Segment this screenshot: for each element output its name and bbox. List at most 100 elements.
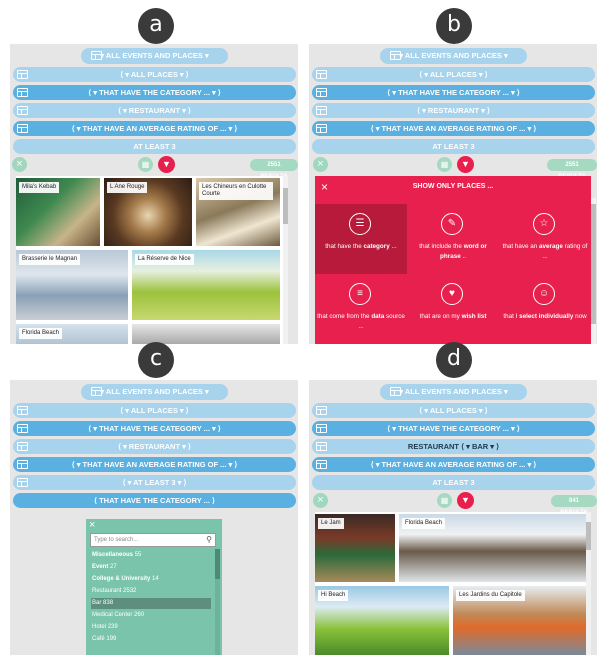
option-data-source[interactable]: ≡ that come from the data source ... — [315, 274, 407, 344]
place-card[interactable]: Les Chineurs en Culotte Courte — [196, 178, 280, 246]
place-card[interactable]: Florida Beach — [16, 324, 128, 344]
bar-category[interactable]: ⟨ ▾ THAT HAVE THE CATEGORY ... ▾ ⟩ — [13, 85, 296, 100]
data-source-icon: ≡ — [349, 283, 371, 305]
bar-restaurant[interactable]: ⟨ ▾ RESTAURANT ▾ ⟩ — [13, 103, 296, 118]
bar-at-least[interactable]: ⟨ ▾ AT LEAST 3 ▾ ⟩ — [13, 475, 296, 490]
search-input[interactable]: Type to search... ⚲ — [90, 533, 216, 547]
place-name: Mila's Kebab — [19, 182, 60, 193]
bar-restaurant-bar[interactable]: RESTAURANT ⟨ ▾ BAR ▾ ⟩ — [312, 439, 595, 454]
results-count: 841 RESULTS — [551, 495, 597, 516]
place-card[interactable]: Florida Beach — [399, 514, 589, 582]
place-name: La Réserve de Nice — [135, 254, 194, 265]
filter-popup-header: × SHOW ONLY PLACES ... — [315, 176, 591, 198]
bar-category[interactable]: ⟨ ▾ THAT HAVE THE CATEGORY ... ▾ ⟩ — [13, 421, 296, 436]
list-item[interactable]: College & University 14 — [91, 574, 211, 585]
bar-at-least[interactable]: AT LEAST 3 — [13, 139, 296, 154]
bar-rating[interactable]: ⟨ ▾ THAT HAVE AN AVERAGE RATING OF ... ▾… — [312, 121, 595, 136]
place-name: Hi Beach — [318, 590, 349, 601]
bar-restaurant[interactable]: ⟨ ▾ RESTAURANT ▾ ⟩ — [312, 103, 595, 118]
option-average-rating[interactable]: ☆ that have an average rating of ... — [499, 204, 591, 274]
bar-new-category[interactable]: ⟨ THAT HAVE THE CATEGORY ... ⟩ — [13, 493, 296, 508]
filter-button[interactable]: ▼ — [158, 156, 175, 173]
place-card[interactable]: Brasserie le Magnan — [16, 250, 128, 320]
place-card[interactable] — [132, 324, 280, 344]
bar-all-events[interactable]: ▾ ALL EVENTS AND PLACES ▾ — [380, 384, 527, 400]
table-icon — [316, 124, 327, 133]
table-icon — [316, 88, 327, 97]
panel-label-b: b — [436, 8, 472, 44]
results-grid: Le Jam Florida Beach Hi Beach Les Jardin… — [315, 512, 591, 655]
bar-all-places[interactable]: ⟨ ▾ ALL PLACES ▾ ⟩ — [13, 403, 296, 418]
place-card[interactable]: L Ane Rouge — [104, 178, 192, 246]
place-card[interactable]: Mila's Kebab — [16, 178, 100, 246]
scrollbar[interactable] — [591, 198, 596, 344]
list-item[interactable]: Miscellaneous 55 — [91, 550, 211, 561]
table-icon — [17, 442, 28, 451]
panel-d: ▾ ALL EVENTS AND PLACES ▾ ⟨ ▾ ALL PLACES… — [309, 380, 597, 655]
scrollbar[interactable] — [283, 176, 288, 344]
bar-rating[interactable]: ⟨ ▾ THAT HAVE AN AVERAGE RATING OF ... ▾… — [13, 457, 296, 472]
place-name: L Ane Rouge — [107, 182, 148, 193]
table-icon — [17, 406, 28, 415]
option-select-individually[interactable]: ☺ that I select individually now — [499, 274, 591, 344]
place-card[interactable]: Hi Beach — [315, 586, 449, 655]
filter-options: ☰ that have the category ... ✎ that includ… — [315, 198, 591, 344]
bar-category[interactable]: ⟨ ▾ THAT HAVE THE CATEGORY ... ▾ ⟩ — [312, 421, 595, 436]
close-icon[interactable]: × — [313, 493, 328, 508]
table-icon — [316, 460, 327, 469]
place-name: Les Jardins du Capitole — [456, 590, 525, 601]
place-card[interactable]: La Réserve de Nice — [132, 250, 280, 320]
bar-all-places[interactable]: ⟨ ▾ ALL PLACES ▾ ⟩ — [312, 403, 595, 418]
list-item[interactable]: Bar 838 — [91, 598, 211, 609]
results-count: 2551 RESULTS — [547, 159, 597, 180]
table-icon — [17, 124, 28, 133]
list-item[interactable]: Hotel 239 — [91, 622, 211, 633]
results-count: 2551 RESULTS — [250, 159, 298, 180]
option-word-phrase[interactable]: ✎ that include the word or phrase .. — [407, 204, 499, 274]
list-item[interactable]: Event 27 — [91, 562, 211, 573]
bar-all-events[interactable]: ▾ ALL EVENTS AND PLACES ▾ — [81, 48, 228, 64]
list-item[interactable]: Medical Center 260 — [91, 610, 211, 621]
search-icon: ⚲ — [206, 535, 212, 544]
list-item[interactable]: Restaurant 2532 — [91, 586, 211, 597]
bar-rating[interactable]: ⟨ ▾ THAT HAVE AN AVERAGE RATING OF ... ▾… — [312, 457, 595, 472]
heart-icon: ♥ — [441, 283, 463, 305]
bar-rating[interactable]: ⟨ ▾ THAT HAVE AN AVERAGE RATING OF ... ▾… — [13, 121, 296, 136]
table-icon — [316, 442, 327, 451]
bar-all-events[interactable]: ▾ ALL EVENTS AND PLACES ▾ — [380, 48, 527, 64]
results-grid: Mila's Kebab L Ane Rouge Les Chineurs en… — [16, 176, 288, 344]
table-icon — [390, 51, 401, 60]
category-dropdown: × Type to search... ⚲ Miscellaneous 55 E… — [86, 519, 222, 655]
scrollbar[interactable] — [215, 549, 220, 655]
table-icon — [316, 106, 327, 115]
table-icon — [17, 478, 28, 487]
table-icon — [91, 51, 102, 60]
bar-all-events[interactable]: ▾ ALL EVENTS AND PLACES ▾ — [81, 384, 228, 400]
bar-restaurant[interactable]: ⟨ ▾ RESTAURANT ▾ ⟩ — [13, 439, 296, 454]
table-icon — [17, 460, 28, 469]
bar-all-places[interactable]: ⟨ ▾ ALL PLACES ▾ ⟩ — [312, 67, 595, 82]
panel-label-c: c — [138, 342, 174, 378]
map-button[interactable]: ▦ — [138, 157, 153, 172]
filter-button[interactable]: ▼ — [457, 156, 474, 173]
bar-at-least[interactable]: AT LEAST 3 — [312, 139, 595, 154]
star-icon: ☆ — [533, 213, 555, 235]
bar-at-least[interactable]: AT LEAST 3 — [312, 475, 595, 490]
option-category[interactable]: ☰ that have the category ... — [315, 204, 407, 274]
bar-all-places[interactable]: ⟨ ▾ ALL PLACES ▾ ⟩ — [13, 67, 296, 82]
close-icon[interactable]: × — [313, 157, 328, 172]
place-name: Le Jam — [318, 518, 344, 529]
close-icon[interactable]: × — [12, 157, 27, 172]
bar-category[interactable]: ⟨ ▾ THAT HAVE THE CATEGORY ... ▾ ⟩ — [312, 85, 595, 100]
option-wish-list[interactable]: ♥ that are on my wish list — [407, 274, 499, 344]
close-icon[interactable]: × — [89, 519, 95, 531]
scrollbar[interactable] — [586, 512, 591, 655]
place-card[interactable]: Le Jam — [315, 514, 395, 582]
map-button[interactable]: ▦ — [437, 493, 452, 508]
filter-button[interactable]: ▼ — [457, 492, 474, 509]
table-icon — [91, 387, 102, 396]
map-button[interactable]: ▦ — [437, 157, 452, 172]
close-icon[interactable]: × — [321, 176, 328, 198]
list-item[interactable]: Café 199 — [91, 634, 211, 645]
place-card[interactable]: Les Jardins du Capitole — [453, 586, 589, 655]
